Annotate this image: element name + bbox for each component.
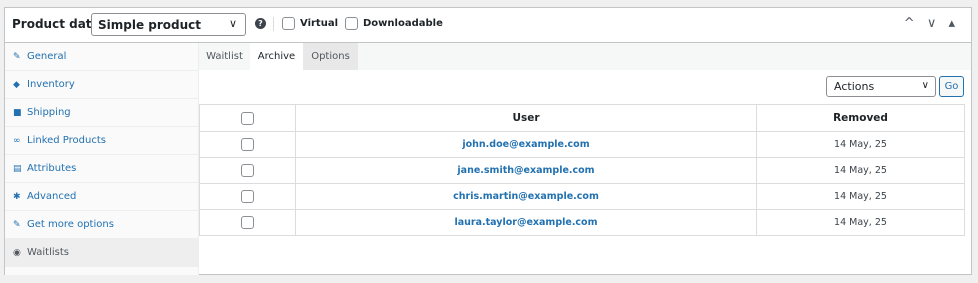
bulk-actions-select[interactable]: Actions ∨: [826, 76, 936, 97]
go-button[interactable]: Go: [939, 76, 964, 97]
sidebar-item-inventory[interactable]: ◆ Inventory: [5, 71, 198, 99]
sidebar-item-label: Linked Products: [27, 135, 106, 146]
virtual-checkbox-label[interactable]: Virtual: [282, 17, 338, 30]
table-row: jane.smith@example.com 14 May, 25: [199, 157, 965, 184]
select-all-checkbox[interactable]: [241, 111, 254, 125]
sidebar-item-label: Attributes: [27, 163, 77, 174]
removed-date: 14 May, 25: [756, 209, 965, 236]
downloadable-checkbox[interactable]: [345, 17, 358, 30]
tab-options[interactable]: Options: [303, 43, 358, 70]
list-icon: ▤: [13, 163, 22, 174]
row-select-cell: [199, 157, 296, 184]
product-type-value: Simple product: [98, 18, 202, 32]
chevron-down-icon: ∨: [921, 80, 929, 91]
wrench-icon: ✎: [13, 51, 21, 62]
virtual-checkbox[interactable]: [282, 17, 295, 30]
table-header-row: User Removed: [199, 104, 965, 132]
downloadable-checkbox-label[interactable]: Downloadable: [345, 17, 443, 30]
sidebar-item-waitlists[interactable]: ◉ Waitlists: [5, 239, 198, 267]
select-all-cell: [199, 104, 296, 132]
sidebar-item-label: Get more options: [27, 219, 114, 230]
sidebar-item-advanced[interactable]: ✱ Advanced: [5, 183, 198, 211]
removed-date: 14 May, 25: [756, 183, 965, 210]
row-checkbox[interactable]: [241, 216, 254, 229]
removed-date: 14 May, 25: [756, 131, 965, 158]
user-column-header: User: [295, 104, 757, 132]
user-email-link[interactable]: chris.martin@example.com: [295, 183, 757, 210]
sidebar-item-label: Waitlists: [27, 247, 69, 258]
tab-archive[interactable]: Archive: [250, 43, 303, 70]
bulk-actions-value: Actions: [834, 80, 875, 93]
sidebar-item-label: Shipping: [27, 107, 71, 118]
product-data-sidebar: ✎ General ◆ Inventory ■ Shipping ∞ Linke…: [5, 43, 199, 275]
chevron-down-icon: ∨: [228, 17, 237, 30]
sidebar-item-attributes[interactable]: ▤ Attributes: [5, 155, 198, 183]
row-select-cell: [199, 209, 296, 236]
link-icon: ∞: [13, 135, 21, 146]
truck-icon: ■: [13, 107, 22, 118]
product-type-select[interactable]: Simple product ∨: [91, 13, 246, 36]
sidebar-item-label: General: [27, 51, 67, 62]
virtual-label: Virtual: [300, 18, 338, 29]
row-select-cell: [199, 183, 296, 210]
removed-date: 14 May, 25: [756, 157, 965, 184]
tag-icon: ◆: [13, 79, 20, 90]
row-select-cell: [199, 131, 296, 158]
removed-column-header: Removed: [756, 104, 965, 132]
waitlist-icon: ◉: [13, 247, 21, 258]
sidebar-item-linked-products[interactable]: ∞ Linked Products: [5, 127, 198, 155]
row-checkbox[interactable]: [241, 164, 254, 177]
row-checkbox[interactable]: [241, 138, 254, 151]
table-row: laura.taylor@example.com 14 May, 25: [199, 209, 965, 236]
archive-table: User Removed john.doe@example.com 14 May…: [199, 104, 965, 236]
table-row: chris.martin@example.com 14 May, 25: [199, 183, 965, 210]
sidebar-item-general[interactable]: ✎ General: [5, 43, 198, 71]
panel-move-controls[interactable]: ^ ∨ ▴: [904, 16, 959, 31]
user-email-link[interactable]: jane.smith@example.com: [295, 157, 757, 184]
row-checkbox[interactable]: [241, 190, 254, 203]
divider: [273, 17, 274, 31]
waitlist-tabs: Waitlist Archive Options: [199, 43, 971, 70]
sidebar-item-label: Inventory: [27, 79, 75, 90]
downloadable-label: Downloadable: [363, 18, 443, 29]
plugin-icon: ✎: [13, 219, 21, 230]
user-email-link[interactable]: laura.taylor@example.com: [295, 209, 757, 236]
tab-waitlist[interactable]: Waitlist: [199, 43, 250, 70]
sidebar-item-get-more-options[interactable]: ✎ Get more options: [5, 211, 198, 239]
sidebar-item-shipping[interactable]: ■ Shipping: [5, 99, 198, 127]
help-icon[interactable]: ?: [255, 18, 266, 29]
table-row: john.doe@example.com 14 May, 25: [199, 131, 965, 158]
sidebar-item-label: Advanced: [27, 191, 77, 202]
gear-icon: ✱: [13, 191, 21, 202]
user-email-link[interactable]: john.doe@example.com: [295, 131, 757, 158]
panel-header: Product data — Simple product ∨ ? Virtua…: [5, 8, 971, 43]
